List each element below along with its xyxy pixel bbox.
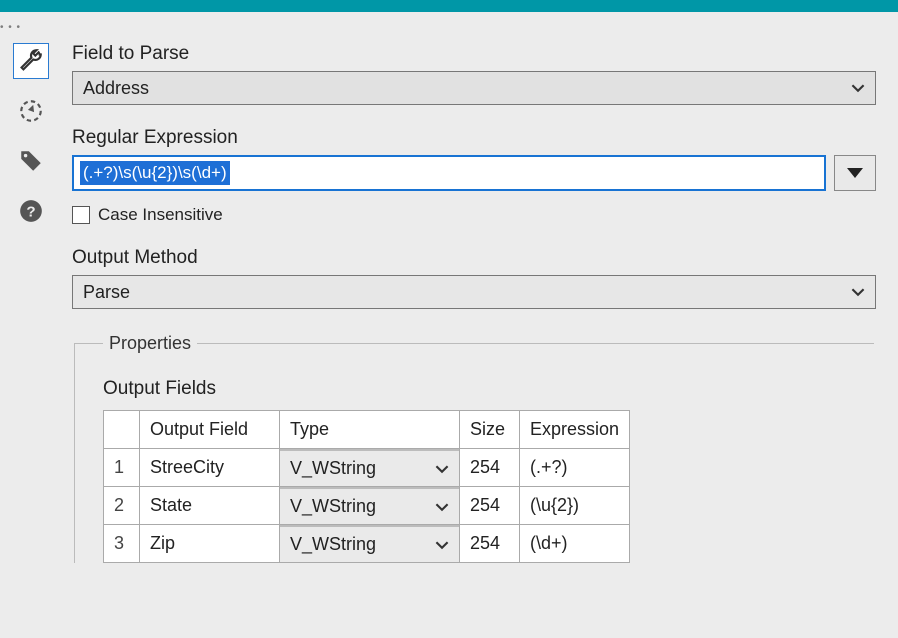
col-header-expression: Expression bbox=[520, 411, 630, 449]
chevron-down-icon bbox=[435, 462, 449, 476]
cell-expression[interactable]: (\d+) bbox=[520, 525, 630, 563]
target-icon bbox=[18, 98, 44, 124]
drag-handle[interactable]: • • • bbox=[0, 22, 898, 33]
table-row[interactable]: 3 Zip V_WString 254 (\d+) bbox=[104, 525, 630, 563]
chevron-down-icon bbox=[435, 500, 449, 514]
cell-size[interactable]: 254 bbox=[460, 525, 520, 563]
regex-value: (.+?)\s(\u{2})\s(\d+) bbox=[80, 161, 230, 185]
cell-type-value: V_WString bbox=[290, 534, 376, 555]
output-method-value: Parse bbox=[83, 282, 130, 303]
triangle-down-icon bbox=[847, 168, 863, 178]
case-insensitive-checkbox[interactable] bbox=[72, 206, 90, 224]
chevron-down-icon bbox=[435, 538, 449, 552]
col-header-type: Type bbox=[280, 411, 460, 449]
field-to-parse-label: Field to Parse bbox=[72, 43, 876, 65]
config-panel: Field to Parse Address Regular Expressio… bbox=[62, 23, 898, 638]
table-header-row: Output Field Type Size Expression bbox=[104, 411, 630, 449]
regex-label: Regular Expression bbox=[72, 127, 876, 149]
output-method-label: Output Method bbox=[72, 247, 876, 269]
tag-tab-icon[interactable] bbox=[13, 143, 49, 179]
field-to-parse-value: Address bbox=[83, 78, 149, 99]
row-number: 2 bbox=[104, 487, 140, 525]
cell-output-field[interactable]: Zip bbox=[140, 525, 280, 563]
output-method-select[interactable]: Parse bbox=[72, 275, 876, 309]
col-header-output-field: Output Field bbox=[140, 411, 280, 449]
sidebar: ? bbox=[0, 23, 62, 638]
row-number: 3 bbox=[104, 525, 140, 563]
output-fields-label: Output Fields bbox=[103, 378, 874, 400]
case-insensitive-label: Case Insensitive bbox=[98, 205, 223, 225]
question-icon: ? bbox=[18, 198, 44, 224]
cell-size[interactable]: 254 bbox=[460, 487, 520, 525]
chevron-down-icon bbox=[851, 285, 865, 299]
regex-dropdown-button[interactable] bbox=[834, 155, 876, 191]
cell-expression[interactable]: (.+?) bbox=[520, 449, 630, 487]
cell-expression[interactable]: (\u{2}) bbox=[520, 487, 630, 525]
wrench-icon bbox=[18, 48, 44, 74]
config-tab-icon[interactable] bbox=[13, 43, 49, 79]
nav-tab-icon[interactable] bbox=[13, 93, 49, 129]
help-tab-icon[interactable]: ? bbox=[13, 193, 49, 229]
row-number: 1 bbox=[104, 449, 140, 487]
title-bar bbox=[0, 0, 898, 12]
output-fields-table: Output Field Type Size Expression 1 Stre… bbox=[103, 410, 630, 563]
properties-legend: Properties bbox=[103, 333, 197, 354]
properties-group: Properties Output Fields Output Field Ty… bbox=[74, 333, 874, 563]
svg-text:?: ? bbox=[26, 203, 35, 220]
table-row[interactable]: 1 StreeCity V_WString 254 (.+?) bbox=[104, 449, 630, 487]
cell-type-select[interactable]: V_WString bbox=[280, 487, 459, 524]
cell-output-field[interactable]: StreeCity bbox=[140, 449, 280, 487]
cell-output-field[interactable]: State bbox=[140, 487, 280, 525]
cell-type-select[interactable]: V_WString bbox=[280, 525, 459, 562]
cell-size[interactable]: 254 bbox=[460, 449, 520, 487]
cell-type-select[interactable]: V_WString bbox=[280, 449, 459, 486]
col-header-blank bbox=[104, 411, 140, 449]
cell-type-value: V_WString bbox=[290, 458, 376, 479]
field-to-parse-select[interactable]: Address bbox=[72, 71, 876, 105]
table-row[interactable]: 2 State V_WString 254 (\u{2}) bbox=[104, 487, 630, 525]
col-header-size: Size bbox=[460, 411, 520, 449]
cell-type-value: V_WString bbox=[290, 496, 376, 517]
tag-icon bbox=[18, 148, 44, 174]
chevron-down-icon bbox=[851, 81, 865, 95]
regex-input[interactable]: (.+?)\s(\u{2})\s(\d+) bbox=[72, 155, 826, 191]
